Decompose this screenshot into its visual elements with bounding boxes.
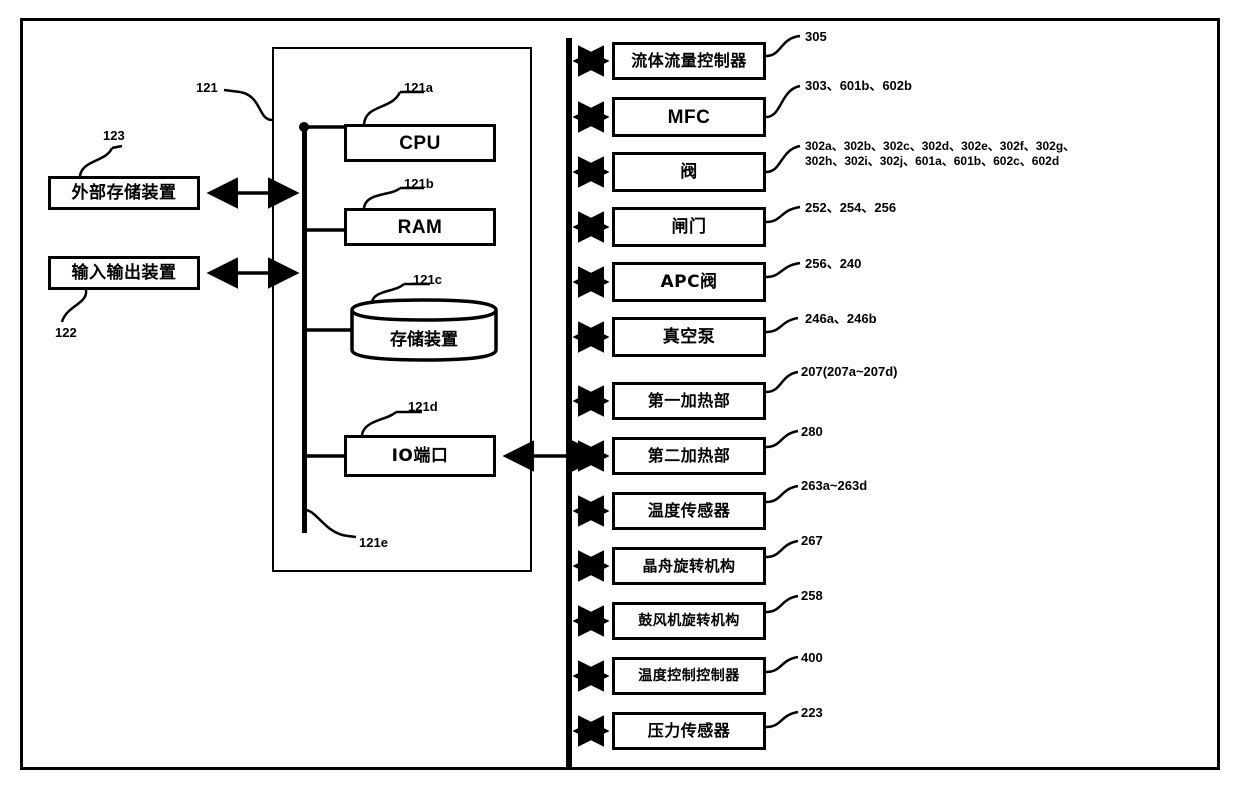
ref-second-heating-280: 280: [801, 424, 823, 439]
patent-figure: 外部存储装置 输入输出装置 CPU RAM 存储装置 IO端口 流体流量控制器 …: [0, 0, 1240, 788]
box-label: MFC: [667, 106, 711, 128]
ref-valve-text: 302a、302b、302c、302d、302e、302f、302g、302h、…: [805, 139, 1076, 168]
box-io-device: 输入输出装置: [48, 256, 200, 290]
box-label: APC阀: [660, 271, 718, 292]
box-label: 第二加热部: [647, 446, 731, 465]
box-temperature-control-controller: 温度控制控制器: [612, 657, 766, 695]
box-label: CPU: [399, 132, 441, 154]
main-vertical-bus: [566, 38, 572, 768]
box-temperature-sensor: 温度传感器: [612, 492, 766, 530]
box-label: IO端口: [391, 445, 449, 466]
ref-external-storage-123: 123: [103, 128, 125, 143]
ref-ram-121b: 121b: [404, 176, 434, 191]
box-ram: RAM: [344, 208, 496, 246]
box-label: 压力传感器: [647, 721, 731, 740]
box-external-storage-device: 外部存储装置: [48, 176, 200, 210]
ref-controller-121: 121: [196, 80, 218, 95]
ref-blower-rotation-258: 258: [801, 588, 823, 603]
ref-io-device-122: 122: [55, 325, 77, 340]
ref-first-heating-207: 207(207a~207d): [801, 364, 898, 379]
box-label: 流体流量控制器: [631, 51, 747, 70]
ref-temperature-sensor-263: 263a~263d: [801, 478, 868, 493]
box-label: 阀: [680, 161, 698, 182]
ref-fluid-flow-controller-305: 305: [805, 29, 827, 44]
box-boat-rotation-mechanism: 晶舟旋转机构: [612, 547, 766, 585]
ref-vacuum-pump-246: 246a、246b: [805, 311, 877, 326]
box-fluid-flow-controller: 流体流量控制器: [612, 42, 766, 80]
controller-internal-bus: [302, 125, 307, 533]
ref-cpu-121a: 121a: [404, 80, 433, 95]
box-label: 输入输出装置: [71, 262, 177, 283]
box-label: 晶舟旋转机构: [642, 556, 736, 575]
ref-temp-control-controller-400: 400: [801, 650, 823, 665]
ref-mfc-303: 303、601b、602b: [805, 78, 912, 93]
box-label: 鼓风机旋转机构: [638, 613, 740, 629]
box-cpu: CPU: [344, 124, 496, 162]
ref-io-port-121d: 121d: [408, 399, 438, 414]
box-label: 外部存储装置: [71, 182, 177, 203]
box-valve: 阀: [612, 152, 766, 192]
ref-storage-121c: 121c: [413, 272, 442, 287]
box-vacuum-pump: 真空泵: [612, 317, 766, 357]
box-io-port: IO端口: [344, 435, 496, 477]
box-second-heating-unit: 第二加热部: [612, 437, 766, 475]
box-blower-rotation-mechanism: 鼓风机旋转机构: [612, 602, 766, 640]
box-label: 温度控制控制器: [638, 668, 740, 684]
box-gate-valve: 闸门: [612, 207, 766, 247]
ref-apc-valve-256: 256、240: [805, 256, 862, 271]
box-label: 第一加热部: [647, 391, 731, 410]
box-pressure-sensor: 压力传感器: [612, 712, 766, 750]
ref-gate-valve-252: 252、254、256: [805, 200, 897, 215]
box-apc-valve: APC阀: [612, 262, 766, 302]
storage-device-label: 存储装置: [390, 330, 458, 350]
box-label: 温度传感器: [647, 501, 731, 520]
box-label: 闸门: [671, 216, 707, 237]
box-label: 真空泵: [662, 326, 716, 347]
box-mfc: MFC: [612, 97, 766, 137]
ref-pressure-sensor-223: 223: [801, 705, 823, 720]
ref-boat-rotation-267: 267: [801, 533, 823, 548]
box-label: RAM: [397, 216, 443, 238]
box-first-heating-unit: 第一加热部: [612, 382, 766, 420]
ref-bus-121e: 121e: [359, 535, 388, 550]
ref-valve-302: 302a、302b、302c、302d、302e、302f、302g、302h、…: [805, 139, 1095, 169]
